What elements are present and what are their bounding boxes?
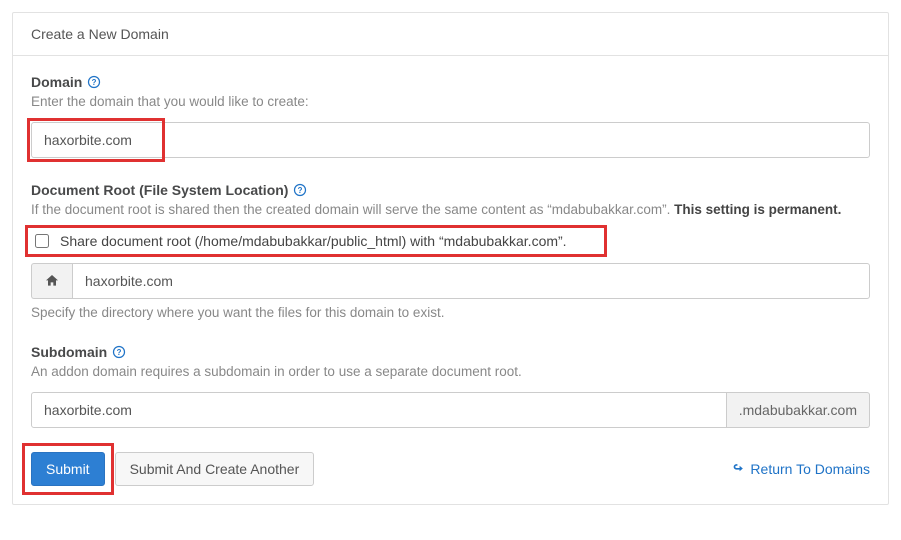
docroot-path-input[interactable] bbox=[72, 263, 870, 299]
domain-input[interactable] bbox=[31, 122, 870, 158]
subdomain-input-group: .mdabubakkar.com bbox=[31, 392, 870, 428]
docroot-group: Document Root (File System Location) ? I… bbox=[31, 182, 870, 319]
svg-text:?: ? bbox=[117, 347, 122, 356]
subdomain-suffix: .mdabubakkar.com bbox=[727, 392, 870, 428]
help-icon[interactable]: ? bbox=[293, 183, 307, 197]
docroot-label: Document Root (File System Location) bbox=[31, 182, 288, 198]
docroot-label-row: Document Root (File System Location) ? bbox=[31, 182, 870, 198]
home-icon bbox=[31, 263, 72, 299]
docroot-desc-text: If the document root is shared then the … bbox=[31, 202, 674, 217]
return-link-text: Return To Domains bbox=[750, 461, 870, 477]
submit-another-button[interactable]: Submit And Create Another bbox=[115, 452, 315, 486]
return-to-domains-link[interactable]: Return To Domains bbox=[732, 461, 870, 477]
docroot-desc-strong: This setting is permanent. bbox=[674, 202, 841, 217]
share-docroot-row[interactable]: Share document root (/home/mdabubakkar/p… bbox=[31, 231, 870, 251]
docroot-note: Specify the directory where you want the… bbox=[31, 305, 870, 320]
create-domain-panel: Create a New Domain Domain ? Enter the d… bbox=[12, 12, 889, 505]
panel-title: Create a New Domain bbox=[13, 13, 888, 56]
docroot-desc: If the document root is shared then the … bbox=[31, 200, 870, 220]
return-arrow-icon bbox=[732, 462, 745, 475]
subdomain-input[interactable] bbox=[31, 392, 727, 428]
help-icon[interactable]: ? bbox=[87, 75, 101, 89]
panel-body: Domain ? Enter the domain that you would… bbox=[13, 56, 888, 504]
domain-desc: Enter the domain that you would like to … bbox=[31, 92, 870, 112]
docroot-path-group bbox=[31, 263, 870, 299]
domain-label: Domain bbox=[31, 74, 82, 90]
subdomain-label-row: Subdomain ? bbox=[31, 344, 870, 360]
subdomain-group: Subdomain ? An addon domain requires a s… bbox=[31, 344, 870, 428]
help-icon[interactable]: ? bbox=[112, 345, 126, 359]
subdomain-desc: An addon domain requires a subdomain in … bbox=[31, 362, 870, 382]
subdomain-label: Subdomain bbox=[31, 344, 107, 360]
domain-label-row: Domain ? bbox=[31, 74, 870, 90]
share-docroot-checkbox[interactable] bbox=[35, 234, 49, 248]
submit-button[interactable]: Submit bbox=[31, 452, 105, 486]
svg-text:?: ? bbox=[92, 78, 97, 87]
domain-group: Domain ? Enter the domain that you would… bbox=[31, 74, 870, 158]
actions-row: Submit Submit And Create Another Return … bbox=[31, 452, 870, 486]
share-docroot-label: Share document root (/home/mdabubakkar/p… bbox=[60, 233, 567, 249]
svg-text:?: ? bbox=[298, 186, 303, 195]
